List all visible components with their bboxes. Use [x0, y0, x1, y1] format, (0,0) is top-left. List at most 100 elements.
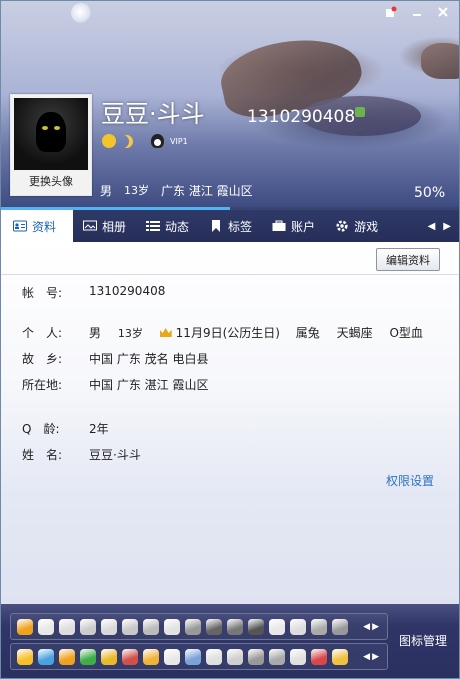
icon-row-1: ◀▶: [10, 613, 388, 640]
service-icon[interactable]: [38, 618, 54, 635]
service-icon[interactable]: [311, 618, 327, 635]
service-icon[interactable]: [185, 618, 201, 635]
wallet-icon: [272, 220, 286, 231]
display-name: 豆豆·斗斗: [101, 100, 205, 128]
service-icon[interactable]: [290, 648, 306, 665]
birthday-group: 11月9日(公历生日): [159, 326, 280, 340]
tab-label: 相册: [102, 219, 127, 234]
tab-label: 资料: [32, 219, 57, 234]
service-icon[interactable]: [164, 618, 180, 635]
service-icon[interactable]: [185, 648, 201, 665]
rock-decoration: [421, 43, 459, 79]
personal-row: 个 人: 男 13岁 11月9日(公历生日) 属兔 天蝎座 O型血: [22, 324, 436, 341]
service-icon[interactable]: [143, 618, 159, 635]
gender: 男: [100, 184, 113, 198]
permission-settings-link[interactable]: 权限设置: [386, 472, 434, 489]
service-icon[interactable]: [17, 648, 33, 665]
tab-label: 标签: [228, 219, 253, 234]
icon-management-link[interactable]: 图标管理: [399, 632, 447, 649]
tab-label: 账户: [291, 219, 316, 234]
service-icon[interactable]: [59, 648, 75, 665]
fullname-row: 姓 名: 豆豆·斗斗: [22, 446, 141, 463]
close-icon[interactable]: [431, 3, 455, 21]
service-icon[interactable]: [59, 618, 75, 635]
service-icon[interactable]: [101, 618, 117, 635]
service-icon[interactable]: [122, 618, 138, 635]
birthday-value: 11月9日(公历生日): [175, 326, 280, 340]
service-icon[interactable]: [17, 618, 33, 635]
service-icon[interactable]: [248, 618, 264, 635]
penguin-icon[interactable]: [151, 134, 164, 148]
profile-details: 编辑资料 帐 号: 1310290408 个 人: 男 13岁 11月9日(公历…: [1, 242, 459, 604]
tab-profile[interactable]: 资料: [1, 210, 73, 242]
vip-badge[interactable]: VIP1: [170, 137, 188, 146]
change-avatar-link[interactable]: 更换头像: [11, 173, 91, 189]
personal-values: 男 13岁 11月9日(公历生日) 属兔 天蝎座 O型血: [89, 324, 436, 341]
tab-tags[interactable]: 标签: [199, 210, 262, 242]
field-label: 帐 号:: [22, 286, 63, 300]
service-icon[interactable]: [227, 618, 243, 635]
tab-scroll-right-icon[interactable]: ▶: [443, 221, 451, 232]
age-value: 13岁: [117, 327, 143, 340]
icon-tray: ◀▶ ◀▶ 图标管理: [1, 604, 459, 678]
service-icon[interactable]: [122, 648, 138, 665]
avatar[interactable]: 更换头像: [10, 94, 92, 196]
blood-type-value: O型血: [389, 326, 423, 340]
moon-decoration: [71, 3, 91, 23]
moon-icon[interactable]: [120, 135, 133, 148]
bookmark-tag-icon: [212, 220, 221, 232]
tab-label: 游戏: [354, 219, 379, 234]
tab-scroll-arrows: ◀ ▶: [428, 210, 459, 242]
icon-row-scroll-icon[interactable]: ◀▶: [363, 652, 387, 662]
service-icon[interactable]: [290, 618, 306, 635]
field-label: 个 人:: [22, 326, 63, 340]
service-icon[interactable]: [206, 618, 222, 635]
skin-icon[interactable]: [379, 3, 403, 21]
divider: [1, 274, 459, 275]
service-icon[interactable]: [206, 648, 222, 665]
service-icon[interactable]: [80, 618, 96, 635]
tab-album[interactable]: 相册: [73, 210, 136, 242]
hometown-value: 中国 广东 茂名 电白县: [89, 352, 209, 366]
constellation-value: 天蝎座: [336, 326, 373, 340]
profile-summary: 男 13岁 广东 湛江 霞山区: [100, 182, 253, 199]
profile-banner: 更换头像 豆豆·斗斗 1310290408 VIP1 男 13岁 广东 湛江 霞…: [1, 1, 459, 209]
completeness-percent: 50%: [414, 185, 446, 201]
qq-level-icon: [355, 107, 365, 117]
window-controls: [379, 3, 455, 21]
smile-icon[interactable]: [102, 134, 116, 148]
photo-album-icon: [83, 220, 97, 231]
service-icon[interactable]: [269, 648, 285, 665]
q-age-row: Q 龄: 2年: [22, 420, 109, 437]
tab-bar: 资料 相册 动态 标签 账户 游戏 ◀ ▶: [1, 210, 459, 242]
hometown-row: 故 乡: 中国 广东 茂名 电白县: [22, 350, 208, 367]
zodiac-value: 属兔: [295, 326, 320, 340]
service-icon[interactable]: [248, 648, 264, 665]
service-icon[interactable]: [80, 648, 96, 665]
service-icon[interactable]: [143, 648, 159, 665]
account-value: 1310290408: [89, 284, 166, 298]
game-gear-icon: [336, 220, 348, 232]
minimize-icon[interactable]: [405, 3, 429, 21]
service-icon[interactable]: [311, 648, 327, 665]
icon-row-scroll-icon[interactable]: ◀▶: [363, 622, 387, 632]
tab-scroll-left-icon[interactable]: ◀: [428, 221, 436, 232]
fullname-value: 豆豆·斗斗: [89, 448, 141, 462]
service-icon[interactable]: [332, 618, 348, 635]
service-icon[interactable]: [269, 618, 285, 635]
tab-account[interactable]: 账户: [262, 210, 325, 242]
service-icon[interactable]: [164, 648, 180, 665]
field-label: 姓 名:: [22, 448, 63, 462]
service-icon[interactable]: [332, 648, 348, 665]
gender-value: 男: [89, 326, 102, 340]
service-icon[interactable]: [38, 648, 54, 665]
crown-icon: [159, 328, 172, 337]
tab-feed[interactable]: 动态: [136, 210, 199, 242]
cat-picture: [36, 112, 66, 152]
edit-profile-button[interactable]: 编辑资料: [376, 248, 440, 271]
service-icon[interactable]: [101, 648, 117, 665]
tab-games[interactable]: 游戏: [325, 210, 388, 242]
icon-row-2: ◀▶: [10, 643, 388, 670]
status-icons: VIP1: [102, 134, 188, 148]
service-icon[interactable]: [227, 648, 243, 665]
